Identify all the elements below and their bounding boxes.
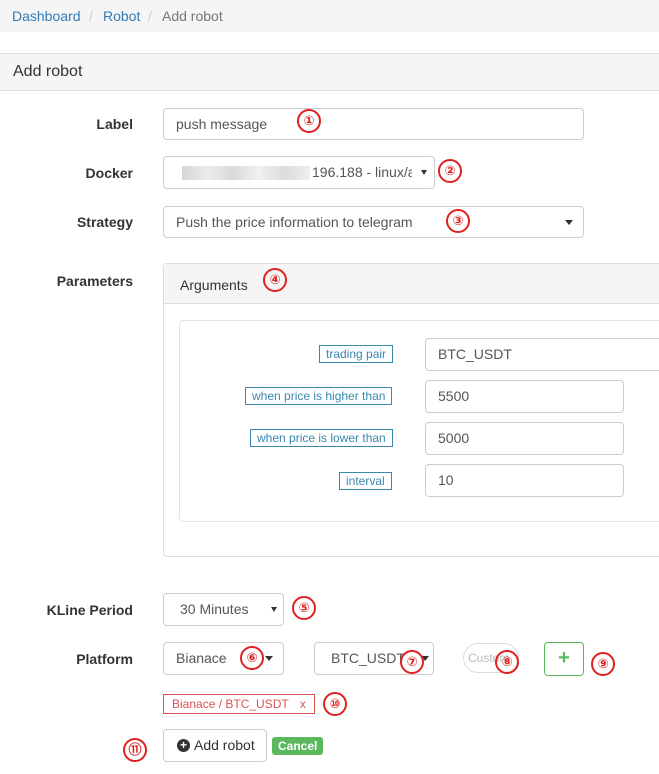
kline-period-select[interactable]: 30 Minutes xyxy=(163,593,284,626)
annotation-marker-10: ⑩ xyxy=(323,692,347,716)
annotation-marker-7: ⑦ xyxy=(400,650,424,674)
strategy-field-label: Strategy xyxy=(76,214,133,230)
arg-input-price-lower[interactable]: 5000 xyxy=(425,422,624,455)
label-input[interactable]: push message xyxy=(163,108,584,140)
annotation-marker-3: ③ xyxy=(446,209,470,233)
chevron-down-icon xyxy=(265,656,273,661)
breadcrumb-current: Add robot xyxy=(162,8,223,24)
add-robot-label: Add robot xyxy=(194,737,255,753)
annotation-marker-11: ⑪ xyxy=(123,738,147,762)
strategy-select[interactable]: Push the price information to telegram xyxy=(163,206,584,238)
selected-pair-text: Bianace / BTC_USDT xyxy=(172,697,289,711)
breadcrumb-robot-link[interactable]: Robot xyxy=(103,8,140,24)
selected-pair-tag: Bianace / BTC_USDT x xyxy=(163,694,315,714)
add-robot-button[interactable]: + Add robot xyxy=(163,729,267,762)
exchange-select-value: Bianace xyxy=(176,650,227,666)
exchange-select[interactable]: Bianace xyxy=(163,642,284,675)
annotation-marker-5: ⑤ xyxy=(292,596,316,620)
plus-circle-icon: + xyxy=(177,739,190,752)
page-title: Add robot xyxy=(13,63,83,80)
arg-label-price-lower: when price is lower than xyxy=(250,429,393,447)
kline-field-label: KLine Period xyxy=(46,602,133,618)
annotation-marker-1: ① xyxy=(297,109,321,133)
docker-select[interactable]: 196.188 - linux/amd6 xyxy=(163,156,435,189)
arg-input-price-higher[interactable]: 5500 xyxy=(425,380,624,413)
arguments-panel-title: Arguments xyxy=(180,277,248,293)
arg-label-price-higher: when price is higher than xyxy=(245,387,393,405)
chevron-down-icon xyxy=(271,607,277,612)
arg-input-trading-pair[interactable]: BTC_USDT xyxy=(425,338,659,371)
breadcrumb xyxy=(0,0,659,32)
breadcrumb-dashboard-link[interactable]: Dashboard xyxy=(12,8,81,24)
strategy-select-value: Push the price information to telegram xyxy=(176,214,413,230)
annotation-marker-9: ⑨ xyxy=(591,652,615,676)
parameters-field-label: Parameters xyxy=(56,273,133,289)
panel-header xyxy=(0,53,659,91)
annotation-marker-2: ② xyxy=(438,159,462,183)
add-pair-button[interactable]: + xyxy=(544,642,584,676)
annotation-marker-8: ⑧ xyxy=(495,650,519,674)
kline-period-value: 30 Minutes xyxy=(180,601,249,617)
docker-field-label: Docker xyxy=(85,165,133,181)
redacted-host xyxy=(182,166,310,180)
chevron-down-icon xyxy=(565,220,573,225)
breadcrumb-separator: / xyxy=(89,8,93,24)
annotation-marker-6: ⑥ xyxy=(240,646,264,670)
arg-label-interval: interval xyxy=(339,472,392,490)
label-field-label: Label xyxy=(96,116,133,132)
arg-label-trading-pair: trading pair xyxy=(319,345,394,363)
chevron-down-icon xyxy=(421,170,427,175)
pair-select-value: BTC_USDT xyxy=(331,650,405,666)
cancel-button[interactable]: Cancel xyxy=(272,737,324,755)
arg-input-interval[interactable]: 10 xyxy=(425,464,624,497)
breadcrumb-separator: / xyxy=(148,8,152,24)
platform-field-label: Platform xyxy=(76,651,133,667)
remove-pair-button[interactable]: x xyxy=(300,697,306,711)
annotation-marker-4: ④ xyxy=(263,268,287,292)
